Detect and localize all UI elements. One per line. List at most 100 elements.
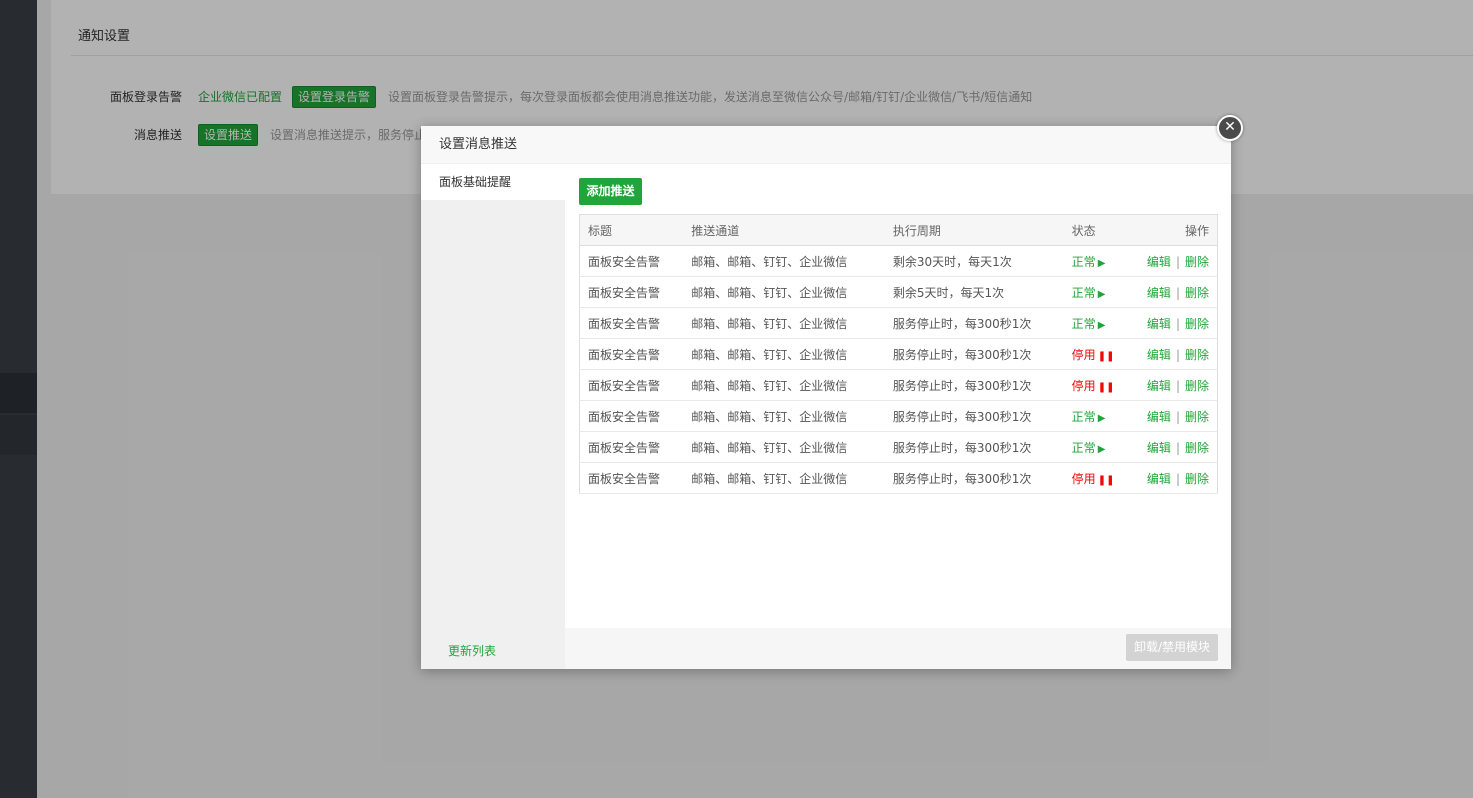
sidebar-item-panel-basic-reminder[interactable]: 面板基础提醒 [421,164,565,200]
status-text[interactable]: 停用 [1072,472,1096,486]
row-actions: 编辑 | 删除 [1138,276,1218,308]
row-status[interactable]: 正常 ▶ [1063,431,1139,463]
table-row: 面板安全告警 邮箱、邮箱、钉钉、企业微信 服务停止时，每300秒1次 停用 ❚❚ 编辑 | 删… [579,369,1218,401]
table-row: 面板安全告警 邮箱、邮箱、钉钉、企业微信 服务停止时，每300秒1次 停用 ❚❚ 编辑 | 删… [579,338,1218,370]
table-row: 面板安全告警 邮箱、邮箱、钉钉、企业微信 服务停止时，每300秒1次 正常 ▶ 编辑 | 删除 [579,400,1218,432]
table-row: 面板安全告警 邮箱、邮箱、钉钉、企业微信 剩余30天时，每天1次 正常 ▶ 编辑 | 删除 [579,245,1218,277]
delete-link[interactable]: 删除 [1185,286,1209,300]
row-actions: 编辑 | 删除 [1138,431,1218,463]
edit-link[interactable]: 编辑 [1147,348,1171,362]
status-text[interactable]: 停用 [1072,379,1096,393]
col-header-title: 标题 [579,214,684,246]
row-actions: 编辑 | 删除 [1138,245,1218,277]
table-row: 面板安全告警 邮箱、邮箱、钉钉、企业微信 服务停止时，每300秒1次 正常 ▶ 编辑 | 删除 [579,307,1218,339]
row-status[interactable]: 停用 ❚❚ [1063,338,1139,370]
delete-link[interactable]: 删除 [1185,410,1209,424]
row-actions: 编辑 | 删除 [1138,462,1218,494]
row-title: 面板安全告警 [579,276,684,308]
add-push-button[interactable]: 添加推送 [579,178,642,205]
action-separator: | [1175,440,1180,455]
push-table: 标题 推送通道 执行周期 状态 操作 面板安全告警 邮箱、邮箱、钉钉、企业微信 剩余… [579,214,1218,494]
pause-icon[interactable]: ❚❚ [1098,351,1115,362]
status-text[interactable]: 正常 [1072,441,1096,455]
row-status[interactable]: 正常 ▶ [1063,400,1139,432]
action-separator: | [1175,285,1180,300]
col-header-channel: 推送通道 [683,214,885,246]
delete-link[interactable]: 删除 [1185,255,1209,269]
row-cycle: 服务停止时，每300秒1次 [884,462,1064,494]
push-settings-dialog: 设置消息推送 ✕ 面板基础提醒 更新列表 添加推送 标题 推送通道 执行周期 状… [421,115,1243,669]
delete-link[interactable]: 删除 [1185,348,1209,362]
row-cycle: 服务停止时，每300秒1次 [884,400,1064,432]
table-header-row: 标题 推送通道 执行周期 状态 操作 [579,214,1218,246]
row-title: 面板安全告警 [579,400,684,432]
row-cycle: 服务停止时，每300秒1次 [884,369,1064,401]
row-channel: 邮箱、邮箱、钉钉、企业微信 [683,338,885,370]
row-channel: 邮箱、邮箱、钉钉、企业微信 [683,307,885,339]
edit-link[interactable]: 编辑 [1147,286,1171,300]
col-header-status: 状态 [1063,214,1139,246]
play-icon[interactable]: ▶ [1098,258,1106,269]
row-title: 面板安全告警 [579,462,684,494]
edit-link[interactable]: 编辑 [1147,317,1171,331]
refresh-list-link[interactable]: 更新列表 [448,642,496,659]
table-row: 面板安全告警 邮箱、邮箱、钉钉、企业微信 剩余5天时，每天1次 正常 ▶ 编辑 | 删除 [579,276,1218,308]
row-actions: 编辑 | 删除 [1138,338,1218,370]
dialog-footer: 卸载/禁用模块 [565,628,1231,669]
edit-link[interactable]: 编辑 [1147,255,1171,269]
play-icon[interactable]: ▶ [1098,289,1106,300]
row-cycle: 剩余5天时，每天1次 [884,276,1064,308]
delete-link[interactable]: 删除 [1185,317,1209,331]
col-header-cycle: 执行周期 [884,214,1064,246]
pause-icon[interactable]: ❚❚ [1098,475,1115,486]
uninstall-disable-button[interactable]: 卸载/禁用模块 [1125,634,1218,661]
close-icon[interactable]: ✕ [1217,115,1243,141]
play-icon[interactable]: ▶ [1098,320,1106,331]
delete-link[interactable]: 删除 [1185,379,1209,393]
row-status[interactable]: 停用 ❚❚ [1063,462,1139,494]
col-header-actions: 操作 [1138,214,1218,246]
action-separator: | [1175,378,1180,393]
play-icon[interactable]: ▶ [1098,444,1106,455]
status-text[interactable]: 停用 [1072,348,1096,362]
row-status[interactable]: 正常 ▶ [1063,276,1139,308]
row-actions: 编辑 | 删除 [1138,400,1218,432]
dialog-title: 设置消息推送 [421,126,1231,164]
row-cycle: 剩余30天时，每天1次 [884,245,1064,277]
delete-link[interactable]: 删除 [1185,472,1209,486]
pause-icon[interactable]: ❚❚ [1098,382,1115,393]
row-actions: 编辑 | 删除 [1138,369,1218,401]
status-text[interactable]: 正常 [1072,317,1096,331]
delete-link[interactable]: 删除 [1185,441,1209,455]
row-actions: 编辑 | 删除 [1138,307,1218,339]
row-title: 面板安全告警 [579,431,684,463]
action-separator: | [1175,254,1180,269]
play-icon[interactable]: ▶ [1098,413,1106,424]
row-status[interactable]: 停用 ❚❚ [1063,369,1139,401]
row-status[interactable]: 正常 ▶ [1063,307,1139,339]
action-separator: | [1175,471,1180,486]
row-channel: 邮箱、邮箱、钉钉、企业微信 [683,276,885,308]
edit-link[interactable]: 编辑 [1147,410,1171,424]
table-row: 面板安全告警 邮箱、邮箱、钉钉、企业微信 服务停止时，每300秒1次 正常 ▶ 编辑 | 删除 [579,431,1218,463]
table-row: 面板安全告警 邮箱、邮箱、钉钉、企业微信 服务停止时，每300秒1次 停用 ❚❚ 编辑 | 删… [579,462,1218,494]
dialog-main: 添加推送 标题 推送通道 执行周期 状态 操作 面板安全告警 邮箱、邮箱、钉钉、企… [565,164,1231,669]
action-separator: | [1175,409,1180,424]
edit-link[interactable]: 编辑 [1147,379,1171,393]
edit-link[interactable]: 编辑 [1147,441,1171,455]
status-text[interactable]: 正常 [1072,255,1096,269]
row-title: 面板安全告警 [579,369,684,401]
action-separator: | [1175,347,1180,362]
row-cycle: 服务停止时，每300秒1次 [884,307,1064,339]
dialog-sidebar: 面板基础提醒 更新列表 [421,164,565,669]
row-status[interactable]: 正常 ▶ [1063,245,1139,277]
row-channel: 邮箱、邮箱、钉钉、企业微信 [683,431,885,463]
row-title: 面板安全告警 [579,245,684,277]
row-channel: 邮箱、邮箱、钉钉、企业微信 [683,369,885,401]
action-separator: | [1175,316,1180,331]
edit-link[interactable]: 编辑 [1147,472,1171,486]
status-text[interactable]: 正常 [1072,410,1096,424]
status-text[interactable]: 正常 [1072,286,1096,300]
table-body: 面板安全告警 邮箱、邮箱、钉钉、企业微信 剩余30天时，每天1次 正常 ▶ 编辑 | 删除 面板… [579,245,1218,494]
row-cycle: 服务停止时，每300秒1次 [884,431,1064,463]
